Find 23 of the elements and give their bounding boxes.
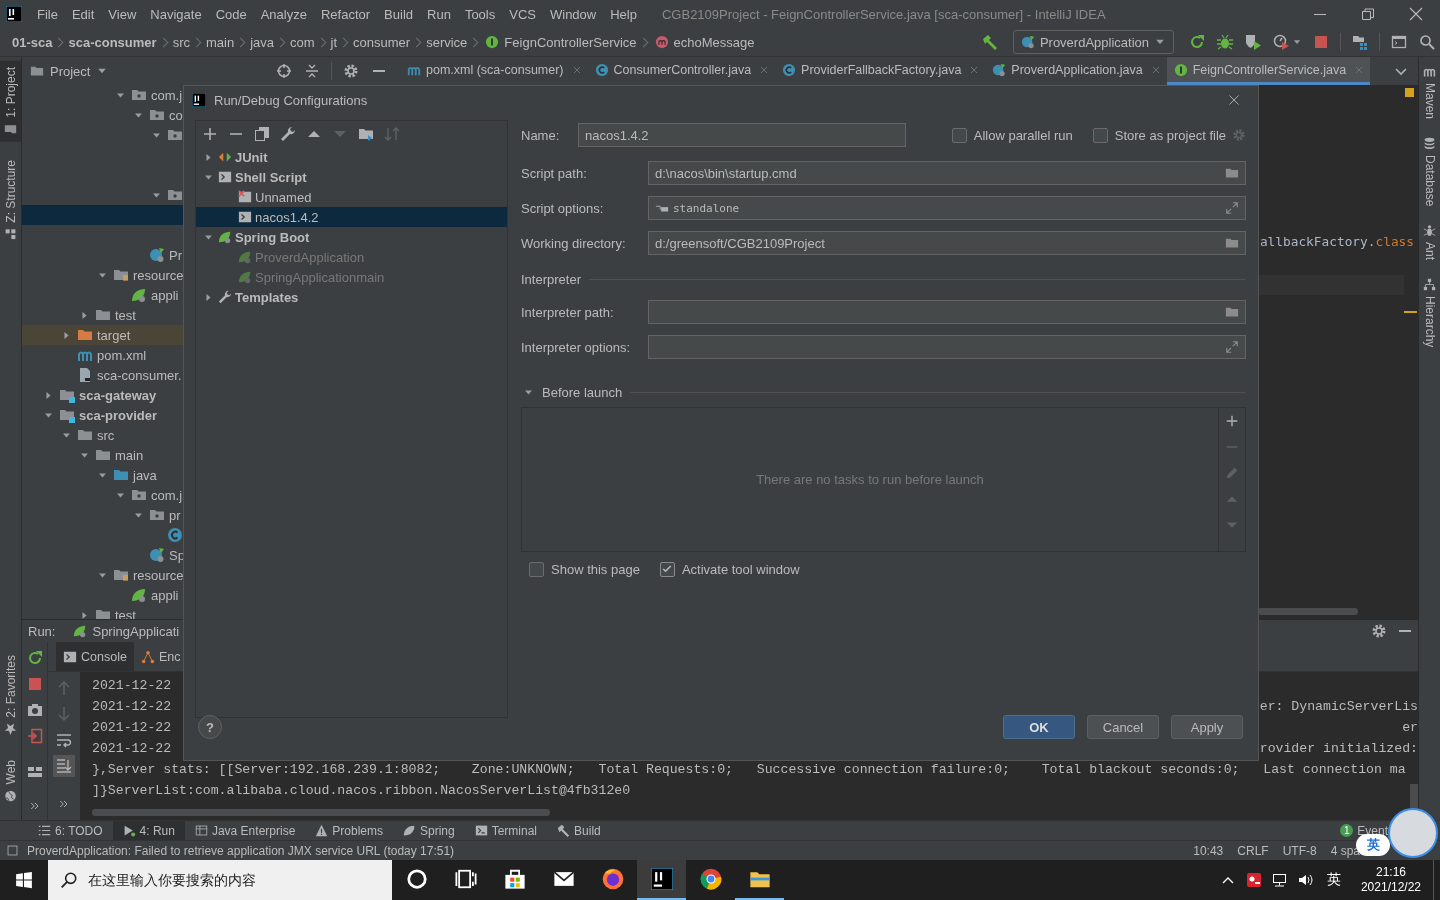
field-label: Working directory: xyxy=(521,235,627,251)
status-message: ProverdApplication: Failed to retrieve application JMX service URL (today 17:51) xyxy=(27,843,455,858)
console-line: 2021-12-22 xyxy=(92,678,172,695)
console-line: 2021-12-22 xyxy=(92,741,172,758)
console-line: ]}ServerList:com.alibaba.cloud.nacos.ribbon.NacosServerList@4fb312e0 xyxy=(92,783,631,800)
field-label: Interpreter options: xyxy=(521,339,632,355)
section-title: Interpreter xyxy=(521,271,581,287)
field-label: Script options: xyxy=(521,200,605,216)
field-label: Name: xyxy=(521,127,561,143)
notification-count: 1 xyxy=(1340,824,1354,837)
panel-label: Run: xyxy=(28,623,56,639)
console-line: 2021-12-22 xyxy=(92,699,172,716)
console-line: rovider initialized: xyxy=(1259,741,1418,758)
field-label: Script path: xyxy=(521,165,588,181)
console-line: er xyxy=(1402,720,1418,737)
dialog-title: Run/Debug Configurations xyxy=(214,92,368,108)
code-line: allbackFactory.class xyxy=(1259,233,1414,251)
field-label: Interpreter path: xyxy=(521,304,615,320)
window-title: CGB2109Project - FeignControllerService.java [sca-consumer] - IntelliJ IDEA xyxy=(661,6,1106,22)
empty-message: There are no tasks to run before launch xyxy=(756,472,984,487)
console-line: 2021-12-22 xyxy=(92,720,172,737)
console-line: er: DynamicServerLis xyxy=(1259,699,1418,716)
console-line: },Server stats: [[Server:192.168.239.1:8082; Zone:UNKNOWN; Total Requests:0; Successive connection failure:0; Total blackout seconds:0; Last connection ma xyxy=(92,762,1406,779)
